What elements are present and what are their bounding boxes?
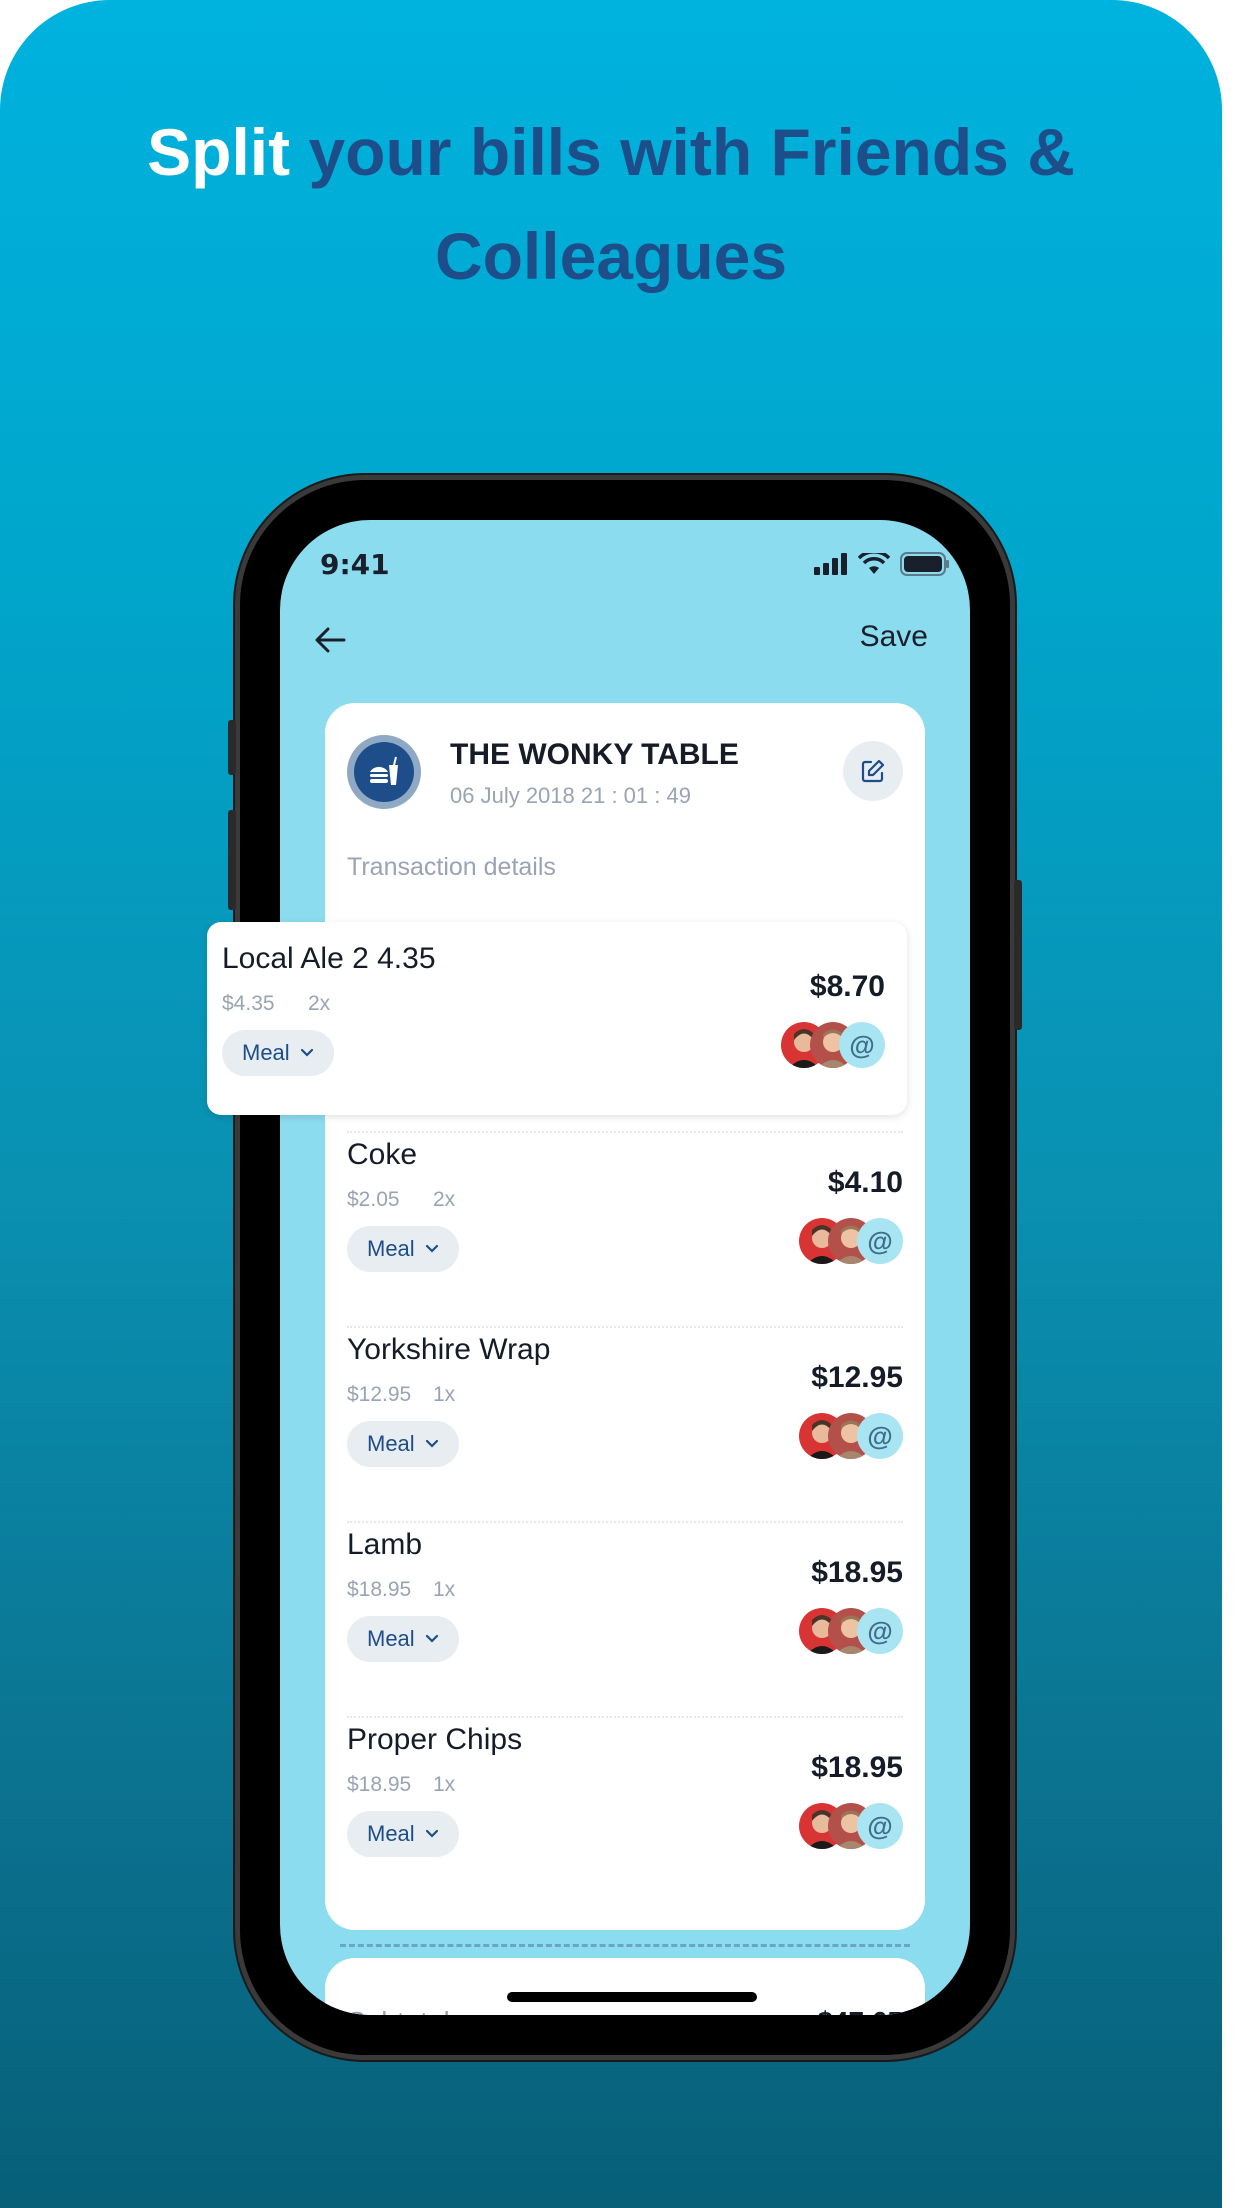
item-total: $18.95: [811, 1556, 903, 1589]
merchant-logo: [347, 735, 421, 809]
item-name: Coke: [347, 1138, 418, 1171]
promo-background: Split your bills with Friends & Colleagu…: [0, 0, 1222, 2208]
item-quantity: 1x: [433, 1383, 456, 1406]
mention-icon: @: [857, 1803, 903, 1849]
chevron-down-icon: [425, 1244, 438, 1253]
item-quantity: 2x: [433, 1188, 456, 1211]
subtotal-value: $47.65: [817, 2006, 903, 2015]
category-dropdown[interactable]: Meal: [222, 1030, 334, 1076]
participants[interactable]: @: [799, 1803, 903, 1849]
chevron-down-icon: [425, 1829, 438, 1838]
receipt-tear-line: [340, 1944, 910, 1947]
category-dropdown[interactable]: Meal: [347, 1811, 459, 1857]
participants[interactable]: @: [799, 1608, 903, 1654]
wifi-icon: [858, 553, 890, 574]
participants[interactable]: @: [799, 1218, 903, 1264]
mention-icon: @: [857, 1608, 903, 1654]
item-unit-price: $18.95: [347, 1578, 412, 1601]
item-unit-price: $18.95: [347, 1773, 412, 1796]
mention-icon: @: [839, 1022, 885, 1068]
edit-icon: [861, 759, 885, 783]
chevron-down-icon: [300, 1048, 313, 1057]
item-total: $4.10: [827, 1166, 903, 1199]
item-name: Lamb: [347, 1528, 423, 1561]
item-total: $8.70: [809, 970, 885, 1003]
summary-card: Subtotal $47.65: [325, 1958, 925, 2015]
signal-icon: [814, 553, 847, 575]
subtotal-label: Subtotal: [347, 2006, 450, 2015]
mention-icon: @: [857, 1218, 903, 1264]
item-unit-price: $12.95: [347, 1383, 412, 1406]
category-label: Meal: [367, 1626, 415, 1651]
line-item[interactable]: Lamb $18.95 1x Meal $18.95 @: [347, 1508, 903, 1703]
merchant-name: THE WONKY TABLE: [450, 738, 739, 771]
volume-up-button: [228, 810, 236, 910]
app-screen: 9:41 Save THE WONKY TABLE 06 July 2018 2…: [280, 520, 970, 2015]
category-label: Meal: [367, 1431, 415, 1456]
mention-icon: @: [857, 1413, 903, 1459]
battery-icon: [900, 552, 949, 576]
chevron-down-icon: [425, 1634, 438, 1643]
status-bar: 9:41: [320, 548, 950, 588]
power-button: [1014, 880, 1022, 1030]
edit-button[interactable]: [843, 741, 903, 801]
category-label: Meal: [242, 1040, 290, 1065]
item-quantity: 1x: [433, 1578, 456, 1601]
nav-bar: Save: [280, 610, 970, 670]
line-item[interactable]: Yorkshire Wrap $12.95 1x Meal $12.95 @: [347, 1313, 903, 1508]
participants[interactable]: @: [799, 1413, 903, 1459]
item-name: Local Ale 2 4.35: [222, 942, 436, 975]
status-time: 9:41: [320, 548, 390, 581]
item-unit-price: $4.35: [222, 992, 275, 1015]
participants[interactable]: @: [781, 1022, 885, 1068]
item-name: Proper Chips: [347, 1723, 523, 1756]
line-item[interactable]: Coke $2.05 2x Meal $4.10 @: [347, 1118, 903, 1313]
home-indicator[interactable]: [507, 1992, 757, 2002]
back-button[interactable]: [310, 620, 350, 660]
item-quantity: 2x: [308, 992, 331, 1015]
item-total: $18.95: [811, 1751, 903, 1784]
item-unit-price: $2.05: [347, 1188, 400, 1211]
category-label: Meal: [367, 1821, 415, 1846]
headline-highlight: Split: [147, 115, 291, 189]
item-total: $12.95: [811, 1361, 903, 1394]
fast-food-icon: [370, 756, 398, 785]
line-item[interactable]: Local Ale 2 4.35 $4.35 2x Meal $8.70 @: [222, 922, 885, 1117]
transaction-datetime: 06 July 2018 21 : 01 : 49: [450, 783, 691, 808]
headline: Split your bills with Friends & Colleagu…: [0, 100, 1222, 308]
dragged-line-item[interactable]: Local Ale 2 4.35 $4.35 2x Meal $8.70 @: [207, 922, 907, 1115]
line-item[interactable]: Proper Chips $18.95 1x Meal $18.95 @: [347, 1703, 903, 1898]
headline-rest: your bills with Friends &: [290, 115, 1075, 189]
headline-line2: Colleagues: [434, 219, 788, 293]
phone-frame: 9:41 Save THE WONKY TABLE 06 July 2018 2…: [228, 480, 1022, 2055]
category-dropdown[interactable]: Meal: [347, 1226, 459, 1272]
category-dropdown[interactable]: Meal: [347, 1616, 459, 1662]
arrow-left-icon: [315, 627, 346, 653]
category-dropdown[interactable]: Meal: [347, 1421, 459, 1467]
receipt-card: THE WONKY TABLE 06 July 2018 21 : 01 : 4…: [325, 703, 925, 1930]
chevron-down-icon: [425, 1439, 438, 1448]
mute-switch: [228, 720, 236, 775]
section-label-transaction-details: Transaction details: [347, 853, 556, 881]
category-label: Meal: [367, 1236, 415, 1261]
item-name: Yorkshire Wrap: [347, 1333, 551, 1366]
item-quantity: 1x: [433, 1773, 456, 1796]
save-button[interactable]: Save: [860, 620, 928, 654]
